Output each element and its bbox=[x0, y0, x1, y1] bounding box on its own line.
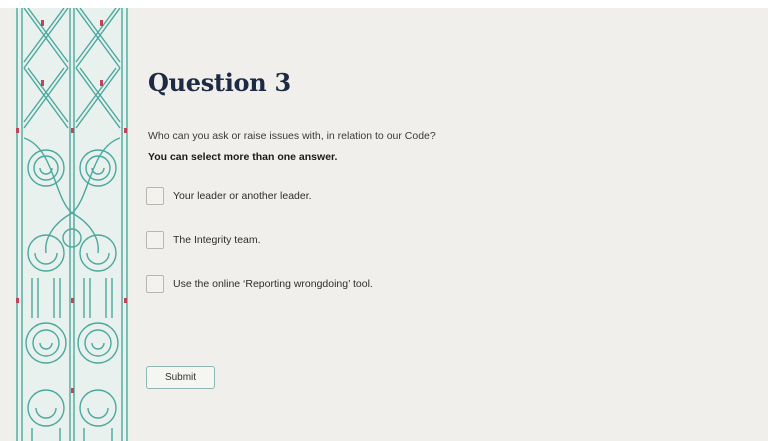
decorative-banner bbox=[14, 8, 130, 441]
submit-button[interactable]: Submit bbox=[146, 366, 215, 389]
answer-label-2: The Integrity team. bbox=[173, 234, 261, 246]
selection-hint: You can select more than one answer. bbox=[148, 151, 338, 163]
answer-checkbox-3[interactable] bbox=[146, 275, 164, 293]
question-text: Who can you ask or raise issues with, in… bbox=[148, 130, 436, 142]
answer-label-3: Use the online ‘Reporting wrongdoing’ to… bbox=[173, 278, 373, 290]
answer-option-1[interactable]: Your leader or another leader. bbox=[146, 185, 312, 207]
answer-checkbox-2[interactable] bbox=[146, 231, 164, 249]
answer-checkbox-1[interactable] bbox=[146, 187, 164, 205]
question-panel: Question 3 Who can you ask or raise issu… bbox=[146, 0, 746, 441]
page-frame: Question 3 Who can you ask or raise issu… bbox=[0, 0, 768, 441]
answer-label-1: Your leader or another leader. bbox=[173, 190, 312, 202]
question-title: Question 3 bbox=[148, 68, 291, 97]
koru-pattern-icon bbox=[14, 8, 130, 441]
answer-option-2[interactable]: The Integrity team. bbox=[146, 229, 261, 251]
answer-option-3[interactable]: Use the online ‘Reporting wrongdoing’ to… bbox=[146, 273, 373, 295]
